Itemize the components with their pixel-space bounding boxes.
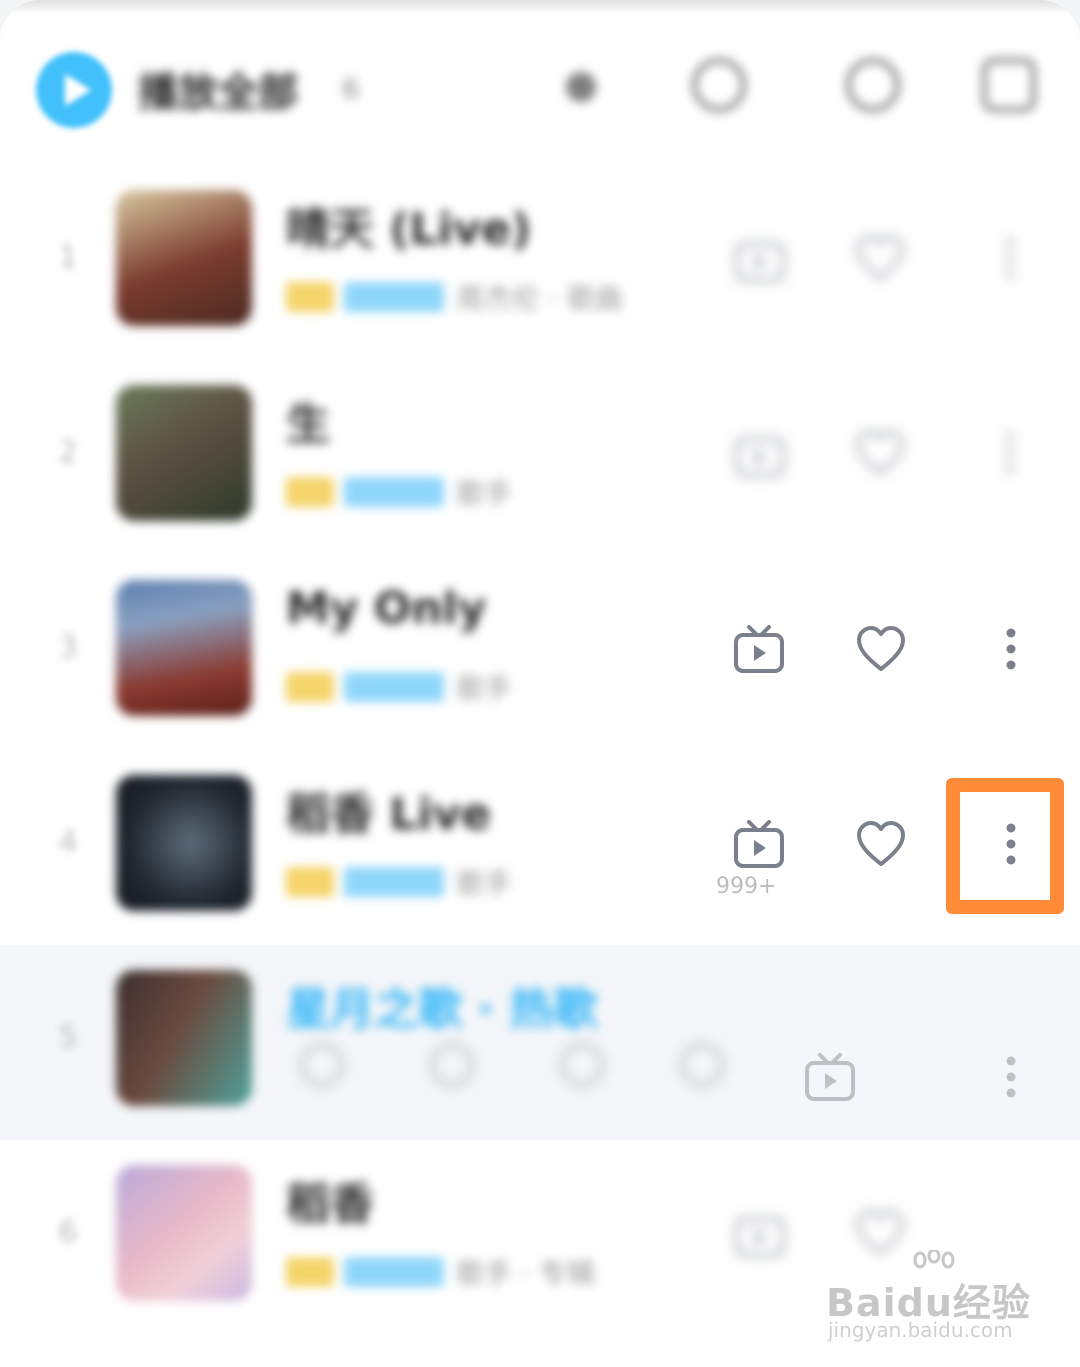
tv-play-icon[interactable] — [731, 621, 787, 677]
tv-play-icon[interactable] — [732, 1205, 788, 1261]
heart-icon[interactable] — [852, 230, 908, 286]
playing-actions — [290, 1035, 724, 1095]
row-index: 6 — [58, 1215, 78, 1250]
manage-icon[interactable] — [982, 58, 1036, 112]
tv-play-icon[interactable] — [802, 1049, 858, 1105]
song-row[interactable]: 3 My Only 歌手 — [0, 555, 1080, 750]
like-icon[interactable] — [300, 1043, 344, 1087]
song-count: 6 — [342, 72, 360, 105]
row-index: 1 — [58, 240, 78, 275]
song-title: 稻香 — [286, 1179, 374, 1230]
row-index: 2 — [58, 435, 78, 470]
song-title: 星月之歌 · 热歌 — [286, 984, 598, 1035]
vertical-more-icon[interactable] — [983, 621, 1039, 677]
share-icon[interactable] — [560, 1043, 604, 1087]
heart-icon[interactable] — [852, 425, 908, 481]
song-row-playing[interactable]: 5 星月之歌 · 热歌 — [0, 945, 1080, 1140]
song-cover — [116, 580, 252, 716]
row-index: 4 — [58, 825, 78, 860]
row-index: 5 — [58, 1020, 78, 1055]
heart-icon[interactable] — [853, 816, 909, 872]
add-icon[interactable] — [680, 1043, 724, 1087]
tv-play-icon[interactable] — [731, 816, 787, 872]
song-title: 晴天 (Live) — [286, 204, 532, 255]
search-icon[interactable] — [846, 58, 900, 112]
sheet-top-edge — [0, 0, 1080, 14]
comment-count: 999+ — [716, 874, 777, 899]
download-icon[interactable] — [692, 58, 746, 112]
song-title: 稻香 Live — [286, 789, 491, 840]
tv-play-icon[interactable] — [732, 425, 788, 481]
song-cover — [116, 1165, 252, 1301]
heart-icon[interactable] — [853, 621, 909, 677]
vertical-more-icon[interactable] — [982, 425, 1038, 481]
baidu-watermark: Baidu经验 jingyan.baidu.com — [826, 1250, 1046, 1350]
song-title: 生 — [286, 399, 330, 450]
tv-play-icon[interactable] — [732, 230, 788, 286]
vertical-more-icon[interactable] — [983, 1049, 1039, 1105]
song-cover — [116, 775, 252, 911]
song-cover — [116, 190, 252, 326]
song-row[interactable]: 4 稻香 Live 歌手 — [0, 750, 1080, 945]
song-row[interactable]: 1 晴天 (Live) 周杰伦 · 歌曲 — [0, 165, 1080, 360]
song-title: My Only — [286, 583, 487, 634]
playlist-header: 播放全部 6 — [0, 30, 1080, 150]
row-index: 3 — [58, 630, 78, 665]
song-row[interactable]: 2 生 歌手 — [0, 360, 1080, 555]
song-cover — [116, 385, 252, 521]
comment-icon[interactable] — [430, 1043, 474, 1087]
playlist-panel: 播放全部 6 1 晴天 (Live) 周杰伦 · 歌曲 2 生 歌手 3 My … — [0, 0, 1080, 1367]
play-all-label[interactable]: 播放全部 — [138, 60, 298, 118]
highlight-annotation — [946, 778, 1064, 914]
play-all-button[interactable] — [36, 52, 112, 128]
vertical-more-icon[interactable] — [982, 230, 1038, 286]
watermark-url: jingyan.baidu.com — [828, 1318, 1013, 1342]
add-icon[interactable] — [566, 72, 596, 102]
song-cover — [116, 970, 252, 1106]
